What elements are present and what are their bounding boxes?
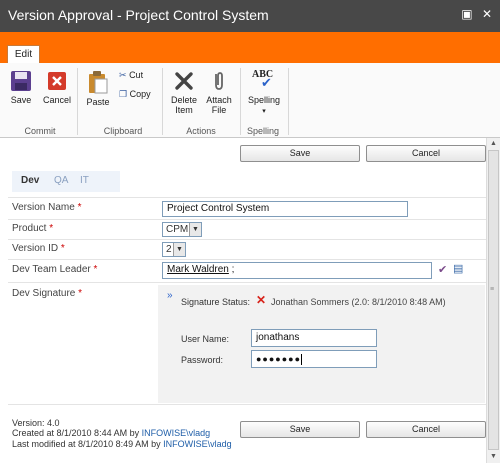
created-by-link[interactable]: INFOWISE\vladg bbox=[142, 428, 211, 438]
cancel-label: Cancel bbox=[42, 95, 71, 105]
delete-item-label-1: Delete bbox=[170, 95, 197, 105]
tab-dev[interactable]: Dev bbox=[21, 175, 39, 186]
dropdown-arrow-icon: ▼ bbox=[189, 223, 201, 236]
row-divider bbox=[8, 282, 486, 283]
cancel-button-bottom[interactable]: Cancel bbox=[366, 421, 486, 438]
chevron-expand-icon[interactable]: » bbox=[167, 290, 173, 301]
group-commit-label: Commit bbox=[24, 126, 56, 136]
paperclip-icon bbox=[215, 72, 223, 90]
version-id-label: Version ID * bbox=[12, 243, 65, 254]
paste-label: Paste bbox=[86, 97, 110, 107]
modified-by-link[interactable]: INFOWISE\vladg bbox=[163, 439, 232, 449]
error-x-icon: ✕ bbox=[256, 293, 267, 307]
required-mark: * bbox=[78, 288, 83, 299]
tab-edit[interactable]: Edit bbox=[7, 45, 40, 64]
created-info: Created at 8/1/2010 8:44 AM by INFOWISE\… bbox=[12, 428, 211, 438]
ribbon-separator bbox=[240, 68, 241, 135]
copy-label: Copy bbox=[129, 89, 151, 99]
row-divider bbox=[8, 219, 486, 220]
row-divider bbox=[8, 239, 486, 240]
cancel-icon bbox=[48, 72, 66, 90]
version-info: Version: 4.0 bbox=[12, 418, 60, 428]
spelling-label: Spelling bbox=[247, 95, 281, 105]
dev-team-leader-field[interactable]: Mark Waldren ; bbox=[162, 262, 432, 279]
username-field[interactable]: jonathans bbox=[251, 329, 377, 347]
cancel-button-top[interactable]: Cancel bbox=[366, 145, 486, 162]
save-button-bottom[interactable]: Save bbox=[240, 421, 360, 438]
group-clipboard-label: Clipboard bbox=[103, 126, 143, 136]
vertical-scrollbar[interactable]: ▲ ≡ ▼ bbox=[486, 138, 500, 463]
form-tabbar: Dev QA IT bbox=[12, 171, 120, 192]
close-icon[interactable]: ✕ bbox=[482, 7, 492, 21]
cancel-button[interactable]: Cancel bbox=[42, 70, 72, 105]
restore-icon[interactable]: ▣ bbox=[461, 7, 472, 21]
delete-icon bbox=[175, 72, 193, 90]
row-divider bbox=[8, 404, 486, 405]
check-names-icon[interactable]: ✔ bbox=[438, 263, 447, 276]
row-divider bbox=[8, 197, 486, 198]
tab-it[interactable]: IT bbox=[80, 175, 89, 186]
dev-team-leader-label: Dev Team Leader * bbox=[12, 264, 98, 275]
username-label: User Name: bbox=[181, 334, 230, 344]
product-label: Product * bbox=[12, 223, 54, 234]
scroll-up-arrow-icon[interactable]: ▲ bbox=[487, 138, 500, 150]
ribbon-header-band bbox=[0, 32, 500, 63]
ribbon-separator bbox=[162, 68, 163, 135]
delete-item-label-2: Item bbox=[175, 105, 193, 115]
ribbon-separator bbox=[77, 68, 78, 135]
modified-info: Last modified at 8/1/2010 8:49 AM by INF… bbox=[12, 439, 232, 449]
cut-label: Cut bbox=[129, 70, 144, 80]
tab-qa[interactable]: QA bbox=[54, 175, 68, 186]
password-label: Password: bbox=[181, 355, 224, 365]
version-id-select[interactable]: 2 ▼ bbox=[162, 242, 186, 257]
save-button[interactable]: Save bbox=[8, 70, 34, 105]
version-id-value: 2 bbox=[166, 244, 172, 255]
required-mark: * bbox=[60, 243, 65, 254]
signature-status-value: Jonathan Sommers (2.0: 8/1/2010 8:48 AM) bbox=[271, 297, 446, 307]
ribbon-separator bbox=[288, 68, 289, 135]
group-spelling-label: Spelling bbox=[246, 126, 280, 136]
paste-icon bbox=[89, 71, 108, 94]
text-cursor bbox=[301, 354, 303, 366]
required-mark: * bbox=[49, 223, 54, 234]
window-titlebar: Version Approval - Project Control Syste… bbox=[0, 0, 500, 32]
password-field[interactable]: ●●●●●●● bbox=[251, 350, 377, 368]
signature-status-label: Signature Status: bbox=[181, 297, 251, 307]
product-select[interactable]: CPM ▼ bbox=[162, 222, 202, 237]
group-actions-label: Actions bbox=[186, 126, 216, 136]
required-mark: * bbox=[93, 264, 98, 275]
attach-file-button[interactable]: Attach File bbox=[203, 70, 235, 115]
copy-icon: ❐ bbox=[119, 89, 128, 99]
product-value: CPM bbox=[166, 224, 189, 235]
spelling-icon: ABC ✔ bbox=[252, 69, 274, 90]
row-divider bbox=[8, 259, 486, 260]
grip-icon: ≡ bbox=[490, 286, 495, 293]
spelling-button[interactable]: ABC ✔ Spelling ▾ bbox=[245, 70, 283, 117]
window-title: Version Approval - Project Control Syste… bbox=[8, 7, 269, 23]
save-label: Save bbox=[10, 95, 32, 105]
address-book-icon[interactable]: ▤ bbox=[453, 262, 463, 275]
people-picker-entry[interactable]: Mark Waldren bbox=[167, 264, 229, 275]
version-name-label: Version Name * bbox=[12, 202, 82, 213]
save-button-top[interactable]: Save bbox=[240, 145, 360, 162]
save-icon bbox=[11, 71, 31, 91]
required-mark: * bbox=[77, 202, 82, 213]
copy-button[interactable]: ❐ Copy bbox=[119, 89, 151, 100]
scissors-icon: ✂ bbox=[119, 70, 127, 80]
scrollbar-thumb[interactable] bbox=[488, 150, 499, 450]
paste-button[interactable]: Paste bbox=[84, 70, 112, 107]
version-name-field[interactable]: Project Control System bbox=[162, 201, 408, 217]
dropdown-arrow-icon: ▼ bbox=[173, 243, 185, 256]
delete-item-button[interactable]: Delete Item bbox=[168, 70, 200, 115]
scroll-down-arrow-icon[interactable]: ▼ bbox=[487, 451, 500, 463]
chevron-down-icon: ▾ bbox=[262, 108, 266, 115]
cut-button[interactable]: ✂ Cut bbox=[119, 70, 143, 81]
dev-signature-label: Dev Signature * bbox=[12, 288, 83, 299]
attach-file-label-2: File bbox=[211, 105, 227, 115]
attach-file-label-1: Attach bbox=[206, 95, 232, 105]
